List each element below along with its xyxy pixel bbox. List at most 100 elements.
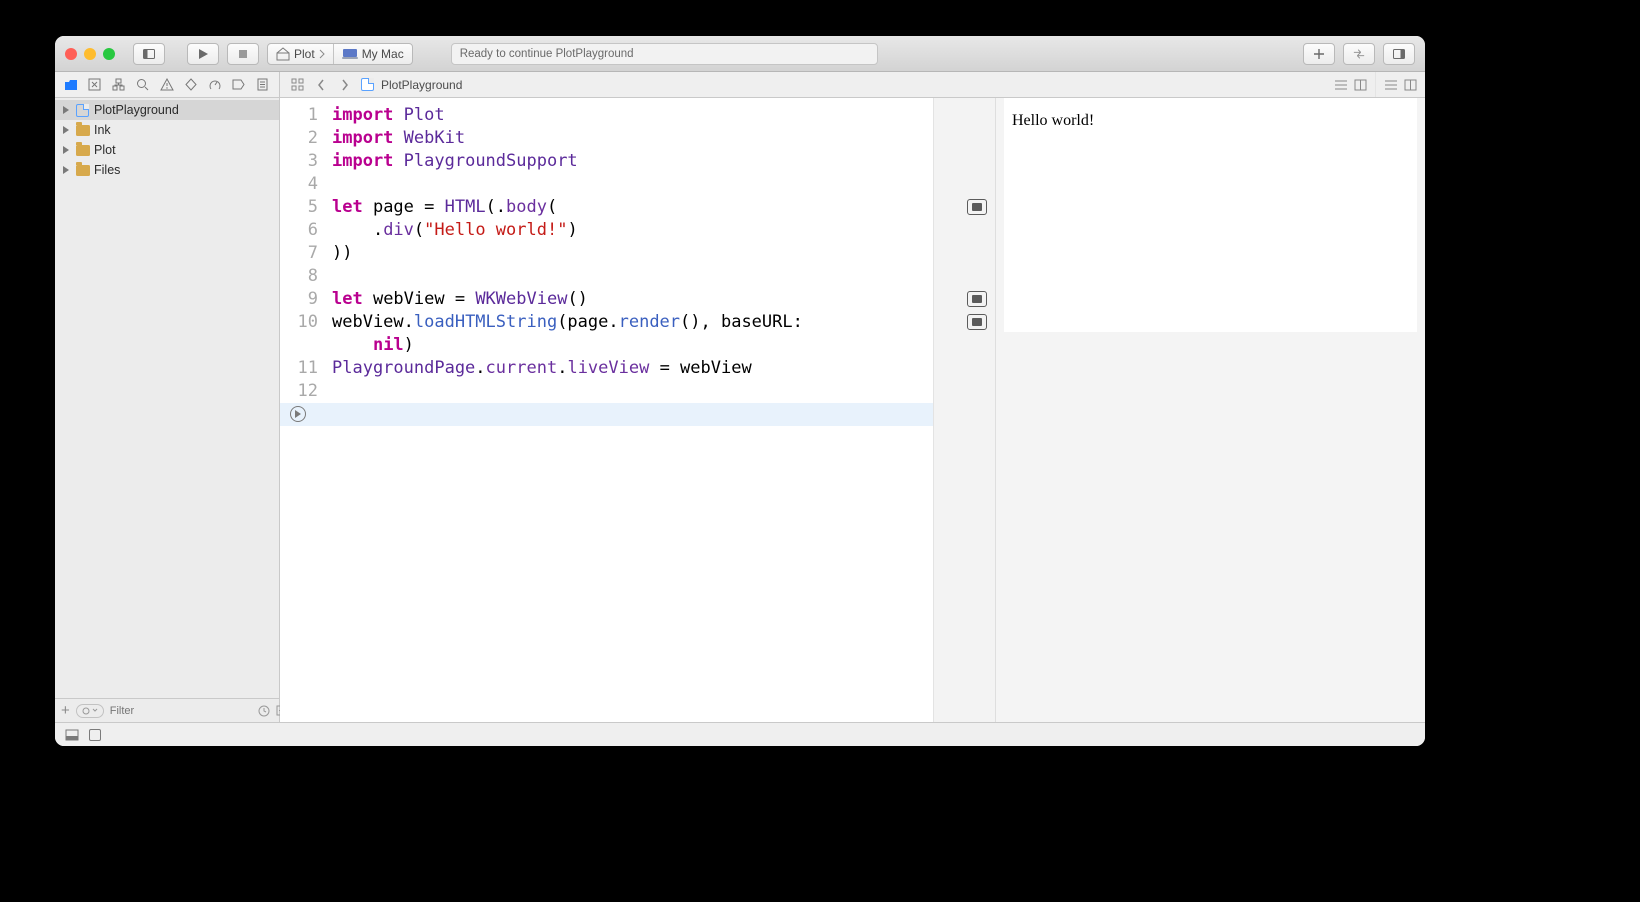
folder-icon	[75, 123, 90, 138]
chevron-right-icon	[319, 49, 325, 59]
debug-bar	[55, 722, 1425, 746]
project-icon	[276, 47, 290, 61]
quicklook-result-button[interactable]	[967, 314, 987, 330]
scope-button[interactable]	[76, 704, 104, 718]
breakpoint-navigator-tab[interactable]	[231, 77, 246, 92]
adjust-editor-button[interactable]	[1354, 79, 1367, 91]
toggle-debug-area-button[interactable]	[65, 729, 79, 741]
quicklook-result-button[interactable]	[967, 199, 987, 215]
tree-item-label: Plot	[94, 143, 116, 157]
issue-navigator-tab[interactable]	[159, 77, 174, 92]
zoom-window-button[interactable]	[103, 48, 115, 60]
live-view: Hello world!	[995, 98, 1425, 722]
navigator-selector	[55, 72, 280, 97]
recent-filter-button[interactable]	[258, 705, 270, 717]
stop-icon	[237, 48, 249, 60]
folder-icon	[75, 143, 90, 158]
activity-status-text: Ready to continue PlotPlayground	[460, 48, 634, 60]
test-navigator-tab[interactable]	[183, 77, 198, 92]
scope-icon	[82, 707, 90, 715]
tree-item-label: Files	[94, 163, 120, 177]
code-area[interactable]: import Plotimport WebKitimport Playgroun…	[326, 98, 933, 722]
tree-item[interactable]: Plot	[55, 140, 279, 160]
editor-mode-button[interactable]	[1334, 79, 1348, 91]
search-icon	[136, 78, 149, 91]
source-editor[interactable]: 123456789101112 import Plotimport WebKit…	[280, 98, 995, 722]
breakpoint-icon	[232, 79, 245, 90]
project-navigator-tab[interactable]	[63, 77, 78, 92]
debug-navigator-tab[interactable]	[207, 77, 222, 92]
traffic-lights	[65, 48, 115, 60]
panel-left-icon	[143, 48, 155, 60]
arrows-icon	[1353, 48, 1365, 60]
disclosure-triangle-icon[interactable]	[61, 145, 71, 155]
scheme-project-label: Plot	[294, 47, 315, 61]
scheme-destination-label: My Mac	[362, 47, 404, 61]
toggle-left-panel-button[interactable]	[133, 43, 165, 65]
debug-stop-button[interactable]	[89, 729, 101, 741]
clock-icon	[258, 705, 270, 717]
xcode-window: Plot My Mac Ready to continue PlotPlaygr…	[55, 36, 1425, 746]
split-icon	[1404, 79, 1417, 91]
stop-button[interactable]	[227, 43, 259, 65]
play-icon	[197, 48, 209, 60]
sub-toolbar: PlotPlayground	[55, 72, 1425, 98]
mac-icon	[342, 48, 358, 59]
liveview-mode-button[interactable]	[1384, 79, 1398, 91]
lines-icon	[1334, 79, 1348, 91]
liveview-split-button[interactable]	[1404, 79, 1417, 91]
related-items-button[interactable]	[288, 76, 306, 94]
symbol-navigator-tab[interactable]	[111, 77, 126, 92]
add-button[interactable]	[1303, 43, 1335, 65]
grid-icon	[291, 78, 304, 91]
folder-icon	[64, 78, 78, 92]
disclosure-triangle-icon[interactable]	[61, 165, 71, 175]
filter-input[interactable]	[110, 705, 252, 717]
navigator-filter-bar: +	[55, 698, 279, 722]
execute-line-button[interactable]	[290, 406, 306, 422]
chevron-right-icon	[341, 79, 349, 91]
warning-icon	[160, 78, 174, 91]
nav-back-button[interactable]	[312, 76, 330, 94]
results-gutter	[933, 98, 995, 722]
panel-right-icon	[1393, 48, 1405, 60]
tree-item[interactable]: Ink	[55, 120, 279, 140]
file-tree[interactable]: PlotPlayground Ink Plot Files	[55, 98, 279, 698]
titlebar: Plot My Mac Ready to continue PlotPlaygr…	[55, 36, 1425, 72]
gauge-icon	[209, 78, 221, 91]
minimize-window-button[interactable]	[84, 48, 96, 60]
panel-bottom-icon	[65, 729, 79, 741]
jump-bar-file[interactable]: PlotPlayground	[381, 78, 462, 92]
add-file-button[interactable]: +	[61, 706, 70, 716]
find-navigator-tab[interactable]	[135, 77, 150, 92]
liveview-options	[1375, 72, 1425, 97]
plus-icon	[1313, 48, 1325, 60]
chevron-down-icon	[92, 708, 98, 713]
tree-item-label: Ink	[94, 123, 111, 137]
toggle-right-panel-button[interactable]	[1383, 43, 1415, 65]
close-window-button[interactable]	[65, 48, 77, 60]
activity-status: Ready to continue PlotPlayground	[451, 43, 878, 65]
report-navigator-tab[interactable]	[255, 77, 270, 92]
run-button[interactable]	[187, 43, 219, 65]
scheme-selector[interactable]: Plot My Mac	[267, 43, 413, 65]
playground-file-icon	[360, 77, 375, 92]
playground-file-icon	[75, 103, 90, 118]
tree-item-label: PlotPlayground	[94, 103, 179, 117]
nav-forward-button[interactable]	[336, 76, 354, 94]
jump-bar[interactable]: PlotPlayground	[280, 72, 1325, 97]
chevron-left-icon	[317, 79, 325, 91]
disclosure-triangle-icon[interactable]	[61, 105, 71, 115]
tree-item[interactable]: Files	[55, 160, 279, 180]
project-navigator: PlotPlayground Ink Plot Files +	[55, 98, 280, 722]
code-review-button[interactable]	[1343, 43, 1375, 65]
live-view-output: Hello world!	[1012, 112, 1094, 129]
x-square-icon	[88, 78, 101, 91]
folder-icon	[75, 163, 90, 178]
diamond-icon	[185, 78, 197, 91]
split-icon	[1354, 79, 1367, 91]
source-control-navigator-tab[interactable]	[87, 77, 102, 92]
quicklook-result-button[interactable]	[967, 291, 987, 307]
tree-item[interactable]: PlotPlayground	[55, 100, 279, 120]
disclosure-triangle-icon[interactable]	[61, 125, 71, 135]
